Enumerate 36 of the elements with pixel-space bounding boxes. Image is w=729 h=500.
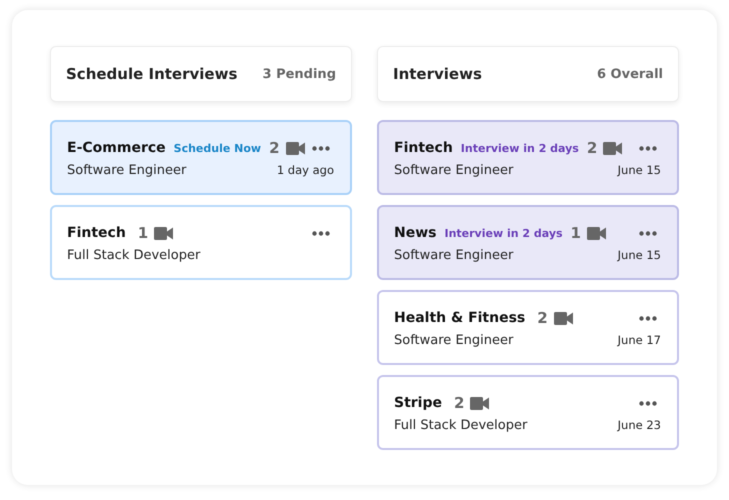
job-role: Full Stack Developer [67, 248, 200, 263]
interview-card[interactable]: Stripe 2 Full Stack Developer June 23 [377, 375, 679, 450]
status-label: Interview in 2 days [460, 142, 579, 154]
job-role: Software Engineer [394, 248, 514, 263]
job-role: Full Stack Developer [394, 418, 528, 433]
card-date: June 17 [618, 333, 661, 347]
status-label: Schedule Now [174, 142, 262, 154]
interview-card[interactable]: Fintech Interview in 2 days 2 Software Engineer June 15 [377, 120, 679, 195]
status-label: Interview in 2 days [444, 226, 563, 240]
company-name: News [394, 225, 436, 241]
company-name: Fintech [67, 225, 126, 241]
column-title: Interviews [393, 65, 482, 83]
video-count: 2 [269, 139, 280, 157]
job-role: Software Engineer [394, 163, 514, 178]
job-role: Software Engineer [394, 333, 514, 348]
company-name: E-Commerce [67, 140, 166, 156]
company-name: Health & Fitness [394, 310, 526, 326]
column-count: 6 Overall [596, 66, 663, 82]
interview-card[interactable]: Fintech 1 Full Stack Developer [50, 205, 352, 280]
interview-card[interactable]: News Interview in 2 days 1 Software Engineer June 15 [377, 205, 679, 280]
company-name: Fintech [394, 140, 453, 156]
video-count: 1 [570, 224, 581, 242]
interview-card[interactable]: E-Commerce Schedule Now 2 Software Engineer 1 day ago [50, 120, 352, 195]
video-count: 2 [586, 139, 598, 157]
card-date: June 15 [618, 248, 661, 262]
video-count: 2 [537, 309, 548, 327]
column-title: Schedule Interviews [66, 65, 238, 83]
job-role: Software Engineer [67, 163, 186, 178]
video-count: 2 [454, 394, 464, 412]
card-date: 1 day ago [276, 163, 334, 177]
column-count: 3 Pending [262, 66, 336, 82]
video-count: 1 [138, 224, 148, 242]
card-date: June 23 [618, 418, 661, 432]
company-name: Stripe [394, 395, 442, 411]
interview-card[interactable]: Health & Fitness 2 Software Engineer June 17 [377, 290, 679, 365]
card-date: June 15 [618, 163, 661, 177]
